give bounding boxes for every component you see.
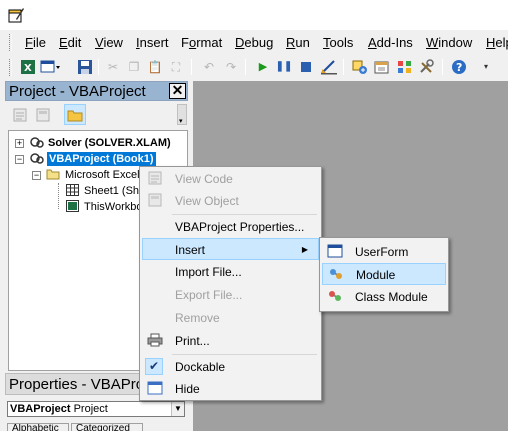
menu-addins[interactable]: Add-Ins bbox=[368, 35, 413, 50]
menu-help[interactable]: Help bbox=[486, 35, 508, 50]
find-icon[interactable]: ⛶ bbox=[167, 58, 185, 76]
hide-window-icon bbox=[147, 381, 163, 397]
folder-icon bbox=[46, 168, 60, 181]
menu-file[interactable]: File bbox=[25, 35, 46, 50]
collapse-excel-objects-icon[interactable]: − bbox=[32, 171, 41, 180]
panel-scroll-stub[interactable]: ▾ bbox=[177, 104, 187, 125]
run-icon[interactable]: ▶ bbox=[254, 58, 272, 76]
chevron-down-icon[interactable]: ▼ bbox=[171, 402, 184, 416]
project-explorer-title: Project - VBAProject bbox=[9, 83, 146, 100]
svg-text:X: X bbox=[24, 63, 32, 74]
close-icon[interactable]: ✕ bbox=[169, 83, 186, 99]
redo-icon[interactable]: ↷ bbox=[222, 58, 240, 76]
title-bar bbox=[0, 0, 508, 30]
tab-alphabetic[interactable]: Alphabetic bbox=[7, 423, 69, 431]
reset-icon[interactable] bbox=[297, 58, 315, 76]
worksheet-icon bbox=[65, 184, 79, 197]
properties-object-name: VBAProject bbox=[10, 403, 71, 415]
toolbox-icon[interactable] bbox=[418, 58, 436, 76]
menu-item-hide[interactable]: Hide bbox=[142, 378, 319, 400]
menu-grip[interactable] bbox=[9, 34, 12, 51]
menu-view[interactable]: View bbox=[95, 35, 123, 50]
tree-item-vbaproject[interactable]: VBAProject (Book1) bbox=[47, 152, 156, 166]
menu-item-class-module[interactable]: Class Module bbox=[322, 286, 446, 308]
class-module-icon bbox=[327, 289, 343, 305]
excel-icon[interactable]: X bbox=[19, 58, 37, 76]
view-code-icon bbox=[147, 171, 163, 187]
toolbar-separator bbox=[98, 59, 99, 75]
menu-edit[interactable]: Edit bbox=[59, 35, 81, 50]
menu-item-insert[interactable]: Insert ▶ bbox=[142, 238, 319, 260]
view-object-icon bbox=[147, 193, 163, 209]
printer-icon bbox=[147, 333, 163, 349]
object-browser-icon[interactable] bbox=[396, 58, 414, 76]
checkmark-icon: ✔ bbox=[145, 358, 163, 375]
menu-window[interactable]: Window bbox=[426, 35, 472, 50]
view-code-icon[interactable] bbox=[11, 106, 29, 124]
menu-item-vbaproject-properties[interactable]: VBAProject Properties... bbox=[142, 216, 319, 238]
view-object-icon[interactable] bbox=[34, 106, 52, 124]
menu-separator bbox=[172, 214, 317, 215]
project-explorer-icon[interactable] bbox=[351, 58, 369, 76]
toggle-folders-icon[interactable] bbox=[64, 104, 86, 125]
properties-window-icon[interactable] bbox=[373, 58, 391, 76]
menu-item-module[interactable]: Module bbox=[322, 263, 446, 285]
tab-categorized[interactable]: Categorized bbox=[71, 423, 143, 431]
help-icon[interactable]: ? bbox=[450, 58, 468, 76]
paste-icon[interactable]: 📋 bbox=[146, 58, 164, 76]
menu-debug[interactable]: Debug bbox=[235, 35, 273, 50]
tree-guide-line bbox=[58, 183, 59, 209]
undo-icon[interactable]: ↶ bbox=[200, 58, 218, 76]
expand-solver-icon[interactable]: + bbox=[15, 139, 24, 148]
menu-item-view-code[interactable]: View Code bbox=[142, 168, 319, 190]
toolbar-separator bbox=[343, 59, 344, 75]
vba-editor-icon bbox=[8, 8, 24, 23]
menu-item-export-file[interactable]: Export File... bbox=[142, 284, 319, 306]
menu-item-import-file[interactable]: Import File... bbox=[142, 261, 319, 283]
save-icon[interactable] bbox=[76, 58, 94, 76]
vba-project-icon bbox=[30, 136, 44, 149]
menu-run[interactable]: Run bbox=[286, 35, 310, 50]
menu-item-remove[interactable]: Remove bbox=[142, 307, 319, 329]
menu-tools[interactable]: Tools bbox=[323, 35, 353, 50]
insert-submenu: UserForm Module Class Module bbox=[319, 237, 449, 312]
toolbar-separator bbox=[442, 59, 443, 75]
collapse-vbaproject-icon[interactable]: − bbox=[15, 155, 24, 164]
workbook-icon bbox=[65, 200, 79, 213]
svg-text:?: ? bbox=[456, 61, 462, 74]
break-icon[interactable]: ❚❚ bbox=[275, 58, 293, 76]
insert-userform-icon[interactable] bbox=[40, 58, 62, 76]
tree-item-solver[interactable]: Solver (SOLVER.XLAM) bbox=[48, 136, 171, 150]
cut-icon[interactable]: ✂ bbox=[104, 58, 122, 76]
project-context-menu: View Code View Object VBAProject Propert… bbox=[139, 166, 322, 401]
toolbar-options-icon[interactable]: ▾ bbox=[478, 58, 494, 76]
menu-item-view-object[interactable]: View Object bbox=[142, 190, 319, 212]
userform-icon bbox=[327, 244, 343, 260]
menu-format[interactable]: Format bbox=[181, 35, 222, 50]
properties-object-type: Project bbox=[73, 403, 108, 415]
menu-bar: File Edit View Insert Format Debug Run T… bbox=[0, 30, 508, 55]
copy-icon[interactable]: ❐ bbox=[125, 58, 143, 76]
vba-project-icon bbox=[30, 152, 44, 165]
menu-item-userform[interactable]: UserForm bbox=[322, 241, 446, 263]
standard-toolbar: X ✂ ❐ 📋 ⛶ ↶ ↷ ▶ ❚❚ ? ▾ bbox=[0, 55, 508, 80]
chevron-right-icon: ▶ bbox=[301, 245, 308, 254]
project-explorer-toolbar: ▾ bbox=[5, 102, 188, 127]
toolbar-separator bbox=[245, 59, 246, 75]
toolbar-grip[interactable] bbox=[9, 59, 12, 76]
module-icon bbox=[328, 267, 344, 283]
menu-insert[interactable]: Insert bbox=[136, 35, 169, 50]
menu-item-dockable[interactable]: ✔ Dockable bbox=[142, 356, 319, 378]
menu-item-print[interactable]: Print... bbox=[142, 330, 319, 352]
menu-separator bbox=[172, 354, 317, 355]
toolbar-separator bbox=[191, 59, 192, 75]
properties-object-dropdown[interactable]: VBAProject Project ▼ bbox=[7, 401, 185, 417]
project-explorer-titlebar[interactable]: Project - VBAProject ✕ bbox=[5, 81, 188, 101]
design-mode-icon[interactable] bbox=[320, 58, 338, 76]
